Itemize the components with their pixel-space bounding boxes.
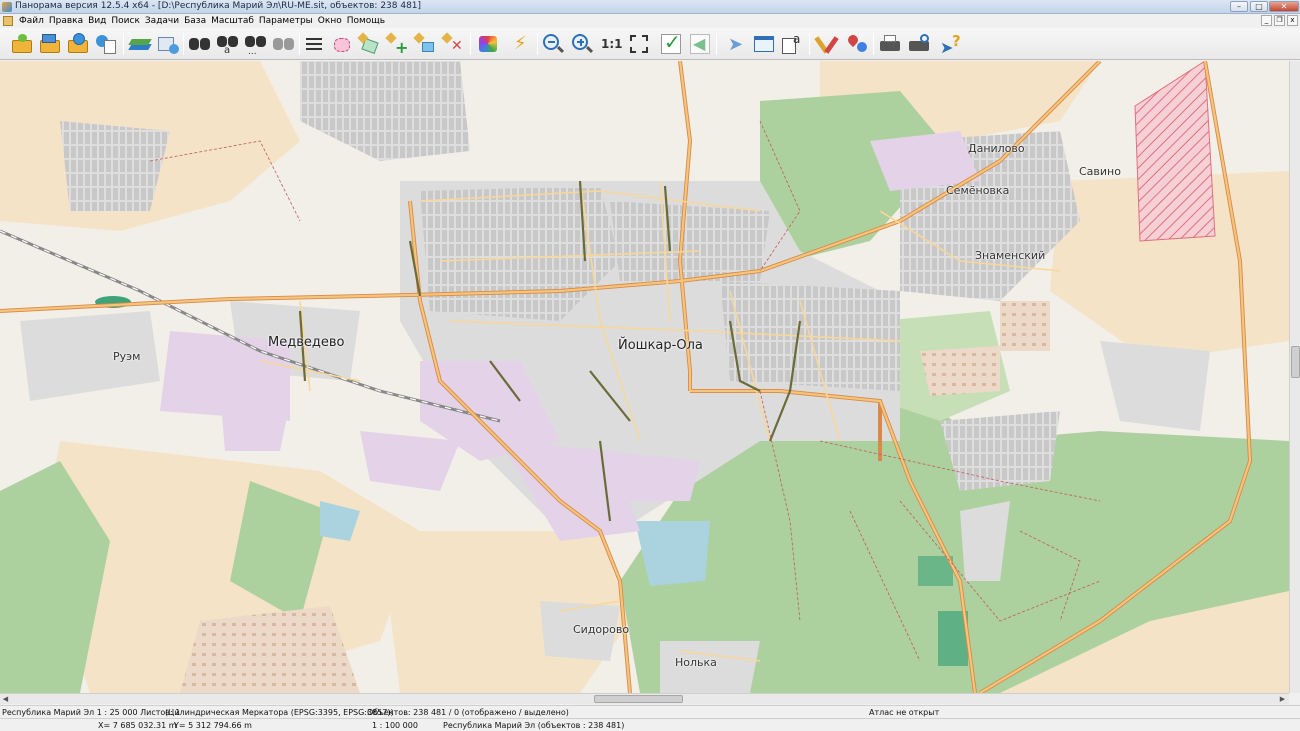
print-icon[interactable] — [878, 32, 902, 56]
vertical-scroll-thumb[interactable] — [1291, 346, 1300, 378]
status-region-objects: Республика Марий Эл (объектов : 238 481) — [443, 721, 625, 730]
menu-item[interactable]: Поиск — [111, 15, 145, 27]
help-pointer-icon[interactable]: ➤ ? — [938, 32, 962, 57]
menu-item[interactable]: Параметры — [259, 15, 318, 27]
place-label-sidorovo[interactable]: Сидорово — [573, 623, 629, 636]
maximize-button[interactable]: □ — [1250, 1, 1268, 12]
horizontal-scroll-thumb[interactable] — [594, 695, 683, 703]
pointer-icon[interactable]: ➤ — [722, 32, 746, 56]
map-view[interactable]: Йошкар-Ола Медведево Руэм Данилово Семён… — [0, 61, 1289, 693]
fit-frame-icon[interactable] — [627, 32, 651, 56]
menu-item[interactable]: Вид — [88, 15, 111, 27]
menu-item[interactable]: Окно — [318, 15, 347, 27]
status-x-coordinate: X= 7 685 032.31 m — [98, 721, 177, 730]
list-icon[interactable] — [302, 32, 326, 56]
menu-item[interactable]: Файл — [19, 15, 49, 27]
open-catalog-icon[interactable] — [94, 32, 118, 56]
menu-item[interactable]: База — [184, 15, 211, 27]
garden-plots — [920, 346, 1000, 396]
mdi-close-button[interactable]: x — [1287, 15, 1298, 26]
status-objects: Объектов: 238 481 / 0 (отображено / выде… — [367, 708, 569, 717]
garden-plots — [1000, 301, 1050, 351]
zoom-out-icon[interactable] — [541, 32, 565, 56]
horizontal-scrollbar[interactable]: ◀ ▶ — [0, 693, 1289, 704]
map-canvas[interactable] — [0, 61, 1289, 693]
delete-object-icon[interactable]: ✕ — [441, 32, 465, 56]
menu-item[interactable]: Правка — [49, 15, 88, 27]
menu-bar: Файл Правка Вид Поиск Задачи База Масштаб Парам… — [0, 14, 1300, 28]
select-polygon-icon[interactable] — [357, 32, 381, 56]
menu-items: Файл Правка Вид Поиск Задачи База Масштаб Парам… — [19, 15, 390, 27]
open-folder-map-icon[interactable] — [38, 32, 62, 56]
minimize-button[interactable]: – — [1230, 1, 1248, 12]
status-projection: (Цилиндрическая Меркатора (EPSG:3395, EP… — [165, 708, 394, 717]
check-icon[interactable]: ✓ — [659, 30, 683, 56]
place-label-nolka[interactable]: Нолька — [675, 656, 717, 669]
layers-settings-icon[interactable] — [156, 32, 180, 56]
place-label-medvedevo[interactable]: Медведево — [268, 335, 344, 350]
place-label-savino[interactable]: Савино — [1079, 165, 1121, 178]
place-label-semenovka[interactable]: Семёновка — [946, 184, 1009, 197]
place-label-ruem[interactable]: Руэм — [113, 350, 140, 363]
menu-item[interactable]: Задачи — [145, 15, 184, 27]
select-area-icon[interactable] — [330, 32, 354, 56]
app-icon — [2, 2, 12, 12]
edit-object-icon[interactable] — [413, 32, 437, 56]
menu-item[interactable]: Помощь — [347, 15, 390, 27]
binoculars-more-icon[interactable]: ... — [244, 32, 268, 57]
mdi-minimize-button[interactable]: _ — [1261, 15, 1272, 26]
status-atlas: Атлас не открыт — [869, 708, 940, 717]
scale-1-1-button[interactable]: 1:1 — [601, 37, 623, 51]
binoculars-text-icon[interactable]: a — [216, 32, 240, 56]
open-globe-icon[interactable] — [66, 32, 90, 56]
open-folder-icon[interactable] — [10, 32, 34, 56]
palette-icon[interactable] — [476, 32, 500, 56]
vertical-scrollbar[interactable] — [1289, 61, 1300, 693]
main-toolbar: a ... + ✕ ⚡ 1:1 ✓ ◀ ➤ a ➤ ? — [0, 28, 1300, 60]
lightning-icon[interactable]: ⚡ — [508, 32, 532, 56]
form-icon[interactable]: a — [780, 32, 804, 56]
place-label-znamensky[interactable]: Знаменский — [975, 249, 1045, 262]
window-select-icon[interactable] — [752, 32, 776, 56]
scroll-left-icon[interactable]: ◀ — [0, 694, 11, 704]
route-icon[interactable] — [845, 32, 869, 56]
menu-item[interactable]: Масштаб — [211, 15, 259, 27]
binoculars-gray-icon[interactable] — [272, 32, 296, 56]
add-object-icon[interactable]: + — [385, 32, 409, 57]
place-label-yoshkar-ola[interactable]: Йошкар-Ола — [618, 338, 703, 353]
place-label-danilovo[interactable]: Данилово — [968, 142, 1025, 155]
status-bar-top: Республика Марий Эл 1 : 25 000 Листов: 1… — [0, 705, 1300, 718]
binoculars-icon[interactable] — [188, 32, 212, 56]
status-scale: 1 : 100 000 — [372, 721, 418, 730]
window-title: Панорама версия 12.5.4 x64 - [D:\Республ… — [15, 1, 422, 11]
scroll-right-icon[interactable]: ▶ — [1277, 694, 1288, 704]
document-icon[interactable] — [3, 16, 13, 26]
back-arrow-icon[interactable]: ◀ — [688, 32, 712, 56]
status-region-scale: Республика Марий Эл 1 : 25 000 Листов: 1 — [2, 708, 181, 717]
residential-blocks — [610, 201, 770, 281]
pen-brush-icon[interactable] — [814, 32, 839, 56]
layers-icon[interactable] — [128, 32, 152, 56]
close-button[interactable]: ✕ — [1269, 1, 1299, 12]
mdi-restore-button[interactable]: ❐ — [1274, 15, 1285, 26]
title-bar: Панорама версия 12.5.4 x64 - [D:\Республ… — [0, 0, 1300, 14]
zoom-in-icon[interactable] — [570, 32, 594, 56]
status-bar-bottom: X= 7 685 032.31 m Y= 5 312 794.66 m 1 : … — [0, 718, 1300, 731]
residential-blocks — [940, 411, 1060, 491]
print-preview-icon[interactable] — [907, 32, 931, 56]
industrial-area — [220, 391, 290, 451]
status-y-coordinate: Y= 5 312 794.66 m — [174, 721, 252, 730]
